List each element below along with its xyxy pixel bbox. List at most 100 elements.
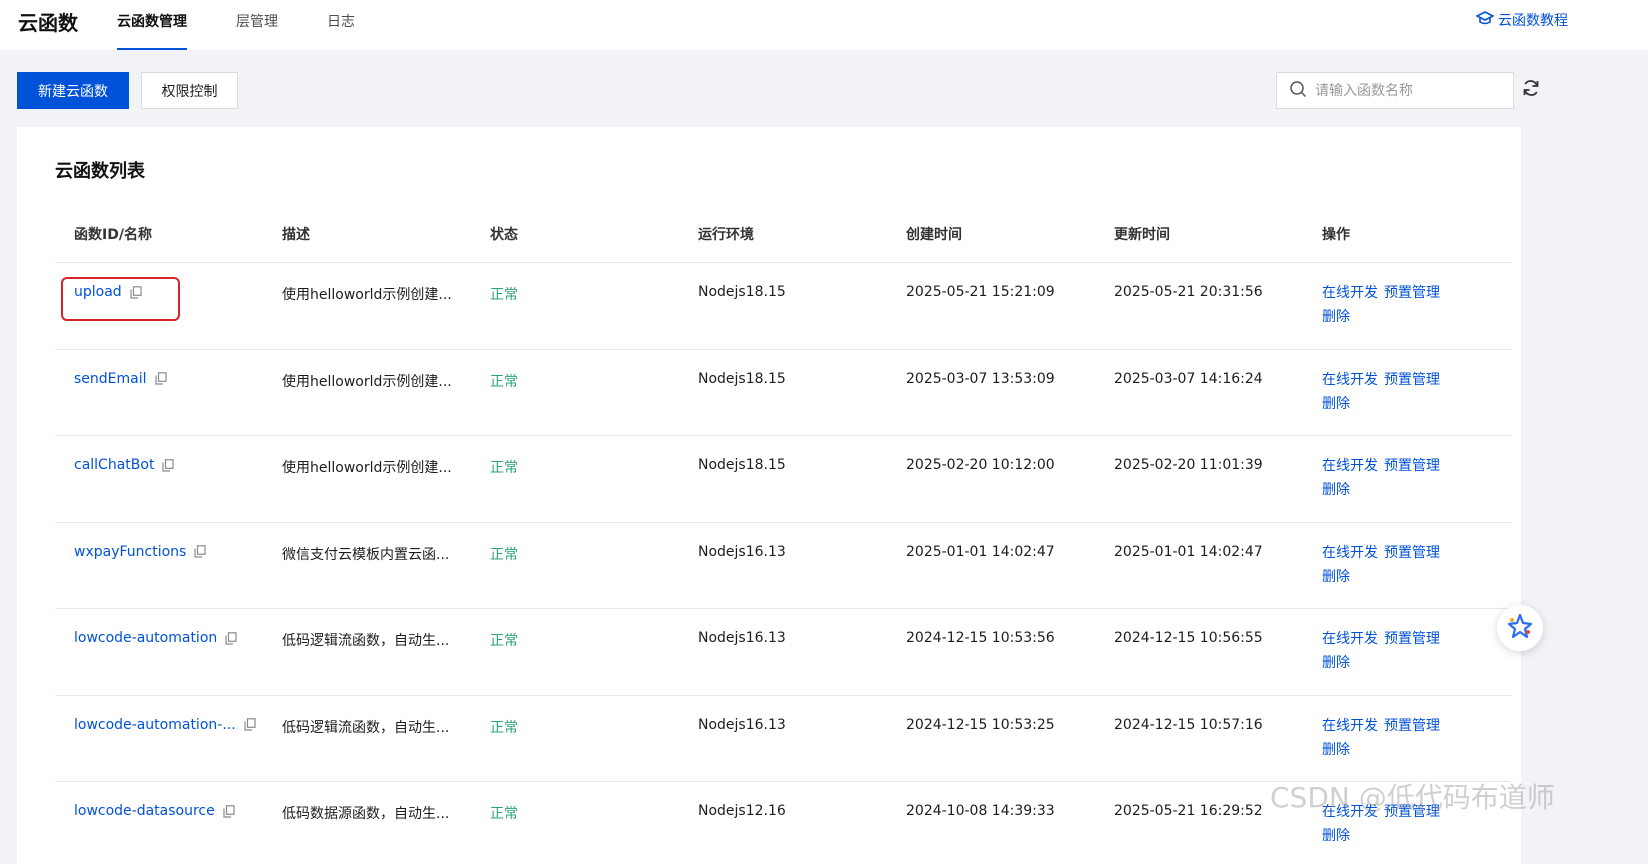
delete-link[interactable]: 删除 (1322, 742, 1350, 758)
created-time-cell: 2024-12-15 10:53:56 (906, 630, 1055, 646)
operations-cell: 在线开发 预置管理 删除 (1322, 714, 1446, 762)
watermark: CSDN @低代码布道师 (1270, 781, 1555, 814)
status-badge: 正常 (490, 546, 518, 563)
runtime-cell: Nodejs18.15 (698, 284, 786, 300)
function-table: 函数ID/名称 描述 状态 运行环境 创建时间 更新时间 操作 upload 使… (55, 213, 1511, 864)
delete-link[interactable]: 删除 (1322, 396, 1350, 412)
online-dev-link[interactable]: 在线开发 (1322, 718, 1378, 734)
copy-icon[interactable] (223, 804, 235, 818)
function-name-link[interactable]: lowcode-automation-... (74, 717, 236, 733)
tab-layer-management[interactable]: 层管理 (236, 11, 278, 50)
status-badge: 正常 (490, 460, 518, 476)
search-box[interactable] (1276, 72, 1514, 109)
column-header-status: 状态 (490, 227, 518, 243)
runtime-cell: Nodejs16.13 (698, 630, 786, 646)
updated-time-cell: 2024-12-15 10:57:16 (1114, 716, 1263, 733)
permission-control-button[interactable]: 权限控制 (141, 72, 238, 109)
function-name-cell: sendEmail (74, 371, 167, 387)
graduation-cap-icon (1475, 10, 1495, 30)
refresh-icon (1521, 78, 1541, 102)
column-header-created: 创建时间 (906, 227, 962, 243)
delete-link[interactable]: 删除 (1322, 655, 1350, 671)
runtime-cell: Nodejs18.15 (698, 457, 786, 473)
function-name-link[interactable]: callChatBot (74, 457, 154, 473)
online-dev-link[interactable]: 在线开发 (1322, 285, 1378, 301)
operations-cell: 在线开发 预置管理 删除 (1322, 281, 1446, 329)
operations-cell: 在线开发 预置管理 删除 (1322, 368, 1446, 416)
online-dev-link[interactable]: 在线开发 (1322, 631, 1378, 647)
ai-assistant-button[interactable] (1497, 605, 1543, 651)
function-name-link[interactable]: lowcode-automation (74, 630, 217, 646)
column-header-updated: 更新时间 (1114, 227, 1170, 243)
function-description: 低码逻辑流函数，自动生... (282, 633, 450, 649)
created-time-cell: 2024-10-08 14:39:33 (906, 803, 1055, 819)
function-description: 使用helloworld示例创建... (282, 460, 452, 476)
provision-manage-link[interactable]: 预置管理 (1384, 718, 1440, 734)
table-row: sendEmail 使用helloworld示例创建... 正常 Nodejs1… (55, 350, 1511, 436)
function-name-link[interactable]: lowcode-datasource (74, 803, 215, 819)
refresh-button[interactable] (1520, 78, 1542, 102)
runtime-cell: Nodejs12.16 (698, 803, 786, 819)
online-dev-link[interactable]: 在线开发 (1322, 458, 1378, 474)
provision-manage-link[interactable]: 预置管理 (1384, 285, 1440, 301)
search-icon (1289, 80, 1307, 102)
created-time-cell: 2025-05-21 15:21:09 (906, 284, 1055, 300)
table-row: wxpayFunctions 微信支付云模板内置云函... 正常 Nodejs1… (55, 523, 1511, 609)
function-name-link[interactable]: sendEmail (74, 371, 147, 387)
function-name-link[interactable]: wxpayFunctions (74, 544, 186, 560)
status-badge: 正常 (490, 287, 518, 303)
created-time-cell: 2025-01-01 14:02:47 (906, 543, 1055, 560)
updated-time-cell: 2025-05-21 20:31:56 (1114, 284, 1263, 300)
provision-manage-link[interactable]: 预置管理 (1384, 458, 1440, 474)
top-nav-bar: 云函数 云函数管理 层管理 日志 云函数教程 (0, 0, 1648, 50)
updated-time-cell: 2025-01-01 14:02:47 (1114, 543, 1263, 560)
function-description: 使用helloworld示例创建... (282, 373, 452, 390)
delete-link[interactable]: 删除 (1322, 569, 1350, 585)
function-name-cell: lowcode-datasource (74, 803, 235, 819)
table-row: lowcode-automation-... 低码逻辑流函数，自动生... 正常… (55, 696, 1511, 782)
status-badge: 正常 (490, 373, 518, 390)
function-list-panel: 云函数列表 函数ID/名称 描述 状态 运行环境 创建时间 更新时间 操作 up… (17, 127, 1521, 864)
function-description: 微信支付云模板内置云函... (282, 546, 450, 563)
provision-manage-link[interactable]: 预置管理 (1384, 631, 1440, 647)
tab-function-management[interactable]: 云函数管理 (117, 11, 187, 50)
provision-manage-link[interactable]: 预置管理 (1384, 372, 1440, 388)
table-row: lowcode-automation 低码逻辑流函数，自动生... 正常 Nod… (55, 609, 1511, 696)
table-header: 函数ID/名称 描述 状态 运行环境 创建时间 更新时间 操作 (55, 213, 1511, 263)
copy-icon[interactable] (162, 458, 175, 472)
created-time-cell: 2025-02-20 10:12:00 (906, 457, 1055, 473)
tab-logs[interactable]: 日志 (327, 11, 355, 50)
online-dev-link[interactable]: 在线开发 (1322, 372, 1378, 388)
copy-icon[interactable] (194, 545, 206, 558)
copy-icon[interactable] (244, 718, 256, 731)
runtime-cell: Nodejs16.13 (698, 543, 786, 560)
search-input[interactable] (1315, 82, 1495, 99)
function-name-cell: wxpayFunctions (74, 544, 206, 560)
operations-cell: 在线开发 预置管理 删除 (1322, 454, 1446, 502)
operations-cell: 在线开发 预置管理 删除 (1322, 627, 1446, 675)
delete-link[interactable]: 删除 (1322, 828, 1350, 844)
operations-cell: 在线开发 预置管理 删除 (1322, 541, 1446, 589)
table-row: callChatBot 使用helloworld示例创建... 正常 Nodej… (55, 436, 1511, 523)
copy-icon[interactable] (154, 372, 167, 385)
delete-link[interactable]: 删除 (1322, 309, 1350, 325)
column-header-desc: 描述 (282, 227, 310, 243)
status-badge: 正常 (490, 806, 518, 822)
copy-icon[interactable] (225, 631, 237, 645)
function-name-cell: lowcode-automation-... (74, 717, 256, 733)
status-badge: 正常 (490, 633, 518, 649)
function-name-cell: callChatBot (74, 457, 175, 473)
updated-time-cell: 2024-12-15 10:56:55 (1114, 630, 1263, 646)
function-description: 使用helloworld示例创建... (282, 287, 452, 303)
table-row: upload 使用helloworld示例创建... 正常 Nodejs18.1… (55, 263, 1511, 350)
ai-assistant-icon (1506, 612, 1534, 644)
online-dev-link[interactable]: 在线开发 (1322, 545, 1378, 561)
runtime-cell: Nodejs18.15 (698, 370, 786, 387)
highlight-annotation (61, 277, 180, 321)
provision-manage-link[interactable]: 预置管理 (1384, 545, 1440, 561)
column-header-ops: 操作 (1322, 227, 1350, 243)
delete-link[interactable]: 删除 (1322, 482, 1350, 498)
tutorial-link[interactable]: 云函数教程 (1475, 10, 1568, 30)
create-function-button[interactable]: 新建云函数 (17, 72, 129, 109)
created-time-cell: 2024-12-15 10:53:25 (906, 716, 1055, 733)
